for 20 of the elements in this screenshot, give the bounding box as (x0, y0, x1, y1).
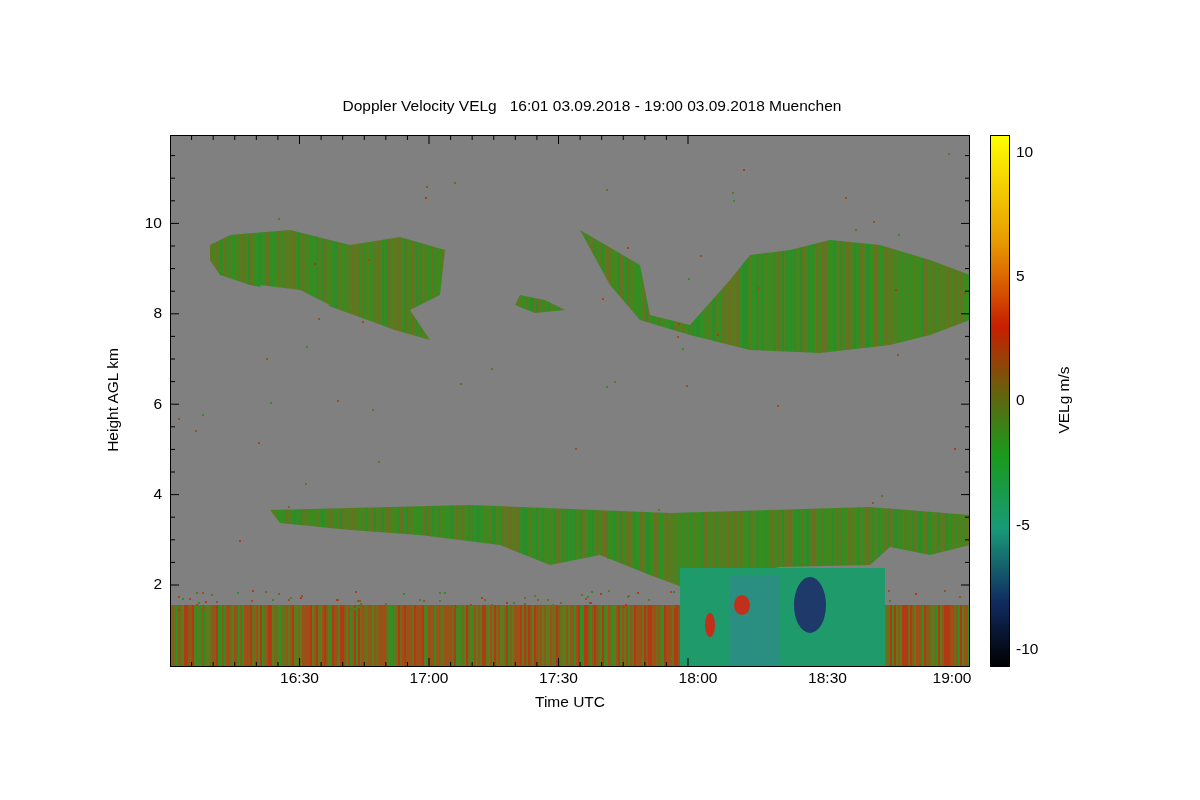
colorbar-tick-label: -10 (1016, 639, 1039, 658)
x-tick-label: 18:00 (678, 669, 718, 687)
y-tick-label: 2 (153, 575, 162, 594)
colorbar-tick-label: 5 (1016, 267, 1025, 286)
x-tick-label: 19:00 (932, 669, 972, 687)
y-tick-label: 10 (144, 214, 162, 232)
colorbar-tick-label: -5 (1016, 515, 1030, 534)
y-tick-label: 6 (153, 394, 162, 413)
x-tick-label: 17:00 (409, 669, 449, 687)
x-tick-label: 18:30 (808, 669, 847, 687)
y-tick-label: 8 (153, 304, 162, 323)
y-tick-label: 4 (153, 484, 162, 503)
x-axis-label: Time UTC (534, 693, 606, 711)
colorbar-label: VELg m/s (1055, 366, 1073, 434)
chart-title: Doppler Velocity VELg 16:01 03.09.2018 - 19:00 03.09.2018 Muenchen (341, 97, 843, 116)
x-tick-label: 17:30 (539, 669, 578, 687)
y-axis-label: Height AGL km (104, 348, 122, 452)
x-tick-label: 16:30 (280, 669, 319, 687)
colorbar-tick-label: 0 (1016, 391, 1025, 410)
colorbar-tick-label: 10 (1016, 143, 1034, 161)
